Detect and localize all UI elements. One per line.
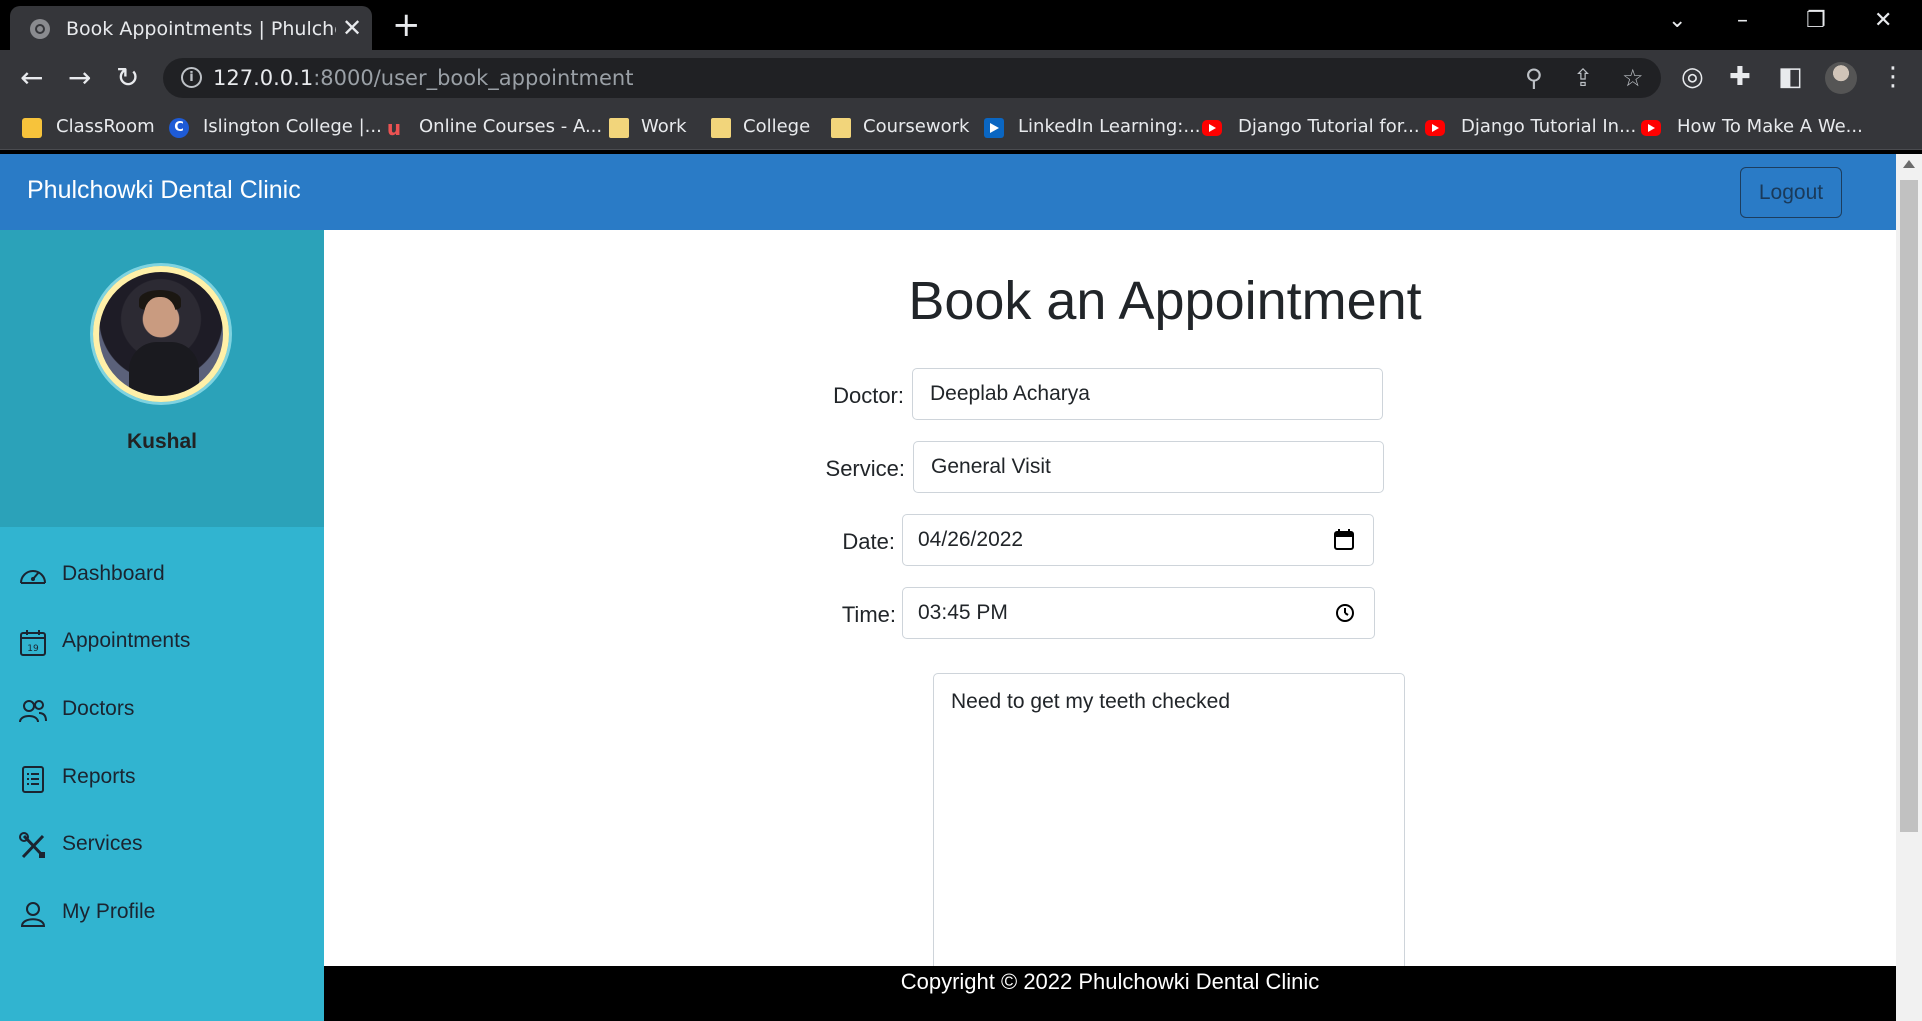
time-input[interactable]: 03:45 PM (902, 587, 1375, 639)
forward-icon[interactable]: → (68, 62, 91, 94)
sidebar-item-reports[interactable]: Reports (0, 753, 324, 803)
doctor-label: Doctor: (833, 383, 904, 408)
side-panel-icon[interactable]: ◧ (1778, 63, 1803, 91)
sidebar-item-label: Appointments (62, 629, 191, 652)
sidebar-item-appointments[interactable]: 19 Appointments (0, 617, 324, 667)
islington-icon: C (169, 118, 189, 138)
folder-icon (711, 118, 731, 138)
extensions-puzzle-icon[interactable]: ✚ (1729, 63, 1751, 91)
linkedin-learning-icon (984, 118, 1004, 138)
browser-toolbar: ← → ↻ i 127.0.0.1:8000/user_book_appoint… (0, 50, 1922, 106)
share-icon[interactable]: ⇪ (1573, 65, 1593, 91)
sidebar-item-label: Reports (62, 765, 136, 788)
folder-icon (831, 118, 851, 138)
youtube-icon (1641, 120, 1661, 136)
site-navbar: Phulchowki Dental Clinic Logout (0, 154, 1896, 230)
zoom-icon[interactable]: ⚲ (1525, 65, 1543, 91)
profile-section: Kushal (0, 230, 324, 527)
page-footer: Copyright © 2022 Phulchowki Dental Clini… (324, 966, 1896, 1021)
date-input[interactable]: 04/26/2022 (902, 514, 1374, 566)
udemy-icon: u (386, 116, 402, 140)
footer-copyright: Copyright © 2022 Phulchowki Dental Clini… (900, 969, 1320, 994)
url-text[interactable]: 127.0.0.1:8000/user_book_appointment (213, 66, 633, 90)
bookmark-how-to-make[interactable]: How To Make A We... (1677, 116, 1863, 138)
back-icon[interactable]: ← (20, 62, 43, 94)
scrollbar-thumb[interactable] (1900, 180, 1918, 832)
bookmark-work[interactable]: Work (641, 116, 687, 138)
logout-button[interactable]: Logout (1740, 167, 1842, 218)
globe-icon (30, 19, 50, 39)
tools-icon (19, 832, 45, 859)
service-field[interactable]: General Visit (913, 441, 1384, 493)
sidebar-item-label: Services (62, 832, 143, 855)
sidebar-item-label: Doctors (62, 697, 135, 720)
clock-icon[interactable] (1334, 602, 1356, 624)
speedometer-icon (20, 570, 46, 584)
sidebar-item-label: Dashboard (62, 562, 165, 585)
svg-text:19: 19 (27, 644, 39, 654)
page-scrollbar[interactable] (1896, 154, 1922, 1021)
window-close-icon[interactable]: ✕ (1874, 6, 1892, 36)
doctor-field[interactable]: Deeplab Acharya (912, 368, 1383, 420)
people-icon (19, 700, 47, 723)
sidebar-item-services[interactable]: Services (0, 820, 324, 870)
scroll-up-icon[interactable] (1903, 160, 1915, 168)
message-textarea[interactable]: Need to get my teeth checked (933, 673, 1405, 993)
bookmark-coursework[interactable]: Coursework (863, 116, 969, 138)
sidebar-item-dashboard[interactable]: Dashboard (0, 550, 324, 600)
username: Kushal (126, 430, 197, 453)
avatar (93, 266, 229, 402)
new-tab-icon[interactable]: + (392, 7, 421, 43)
sidebar-item-label: My Profile (62, 900, 156, 923)
report-icon (22, 766, 44, 793)
sidebar-item-my-profile[interactable]: My Profile (0, 888, 324, 938)
bookmark-classroom[interactable]: ClassRoom (56, 116, 155, 138)
main-content: Book an Appointment Doctor: Deeplab Acha… (324, 230, 1896, 1021)
bookmark-django-tutorial-2[interactable]: Django Tutorial In... (1461, 116, 1636, 138)
bookmark-linkedin-learning[interactable]: LinkedIn Learning:... (1018, 116, 1201, 138)
sidebar-item-doctors[interactable]: Doctors (0, 685, 324, 735)
browser-tab-bar: Book Appointments | Phulchowki Dental Cl… (0, 0, 1922, 50)
calendar-picker-icon[interactable] (1333, 529, 1355, 551)
site-info-icon[interactable]: i (181, 67, 202, 88)
address-bar[interactable]: i 127.0.0.1:8000/user_book_appointment ⚲… (163, 58, 1661, 98)
classroom-icon (22, 118, 42, 138)
service-label: Service: (825, 456, 905, 481)
site-brand[interactable]: Phulchowki Dental Clinic (27, 176, 301, 205)
extension-glasses-icon[interactable]: ◎ (1681, 63, 1704, 91)
bookmark-online-courses[interactable]: Online Courses - A... (419, 116, 602, 138)
sidebar: Kushal Dashboard 19 Appointments Doctors… (0, 230, 324, 1021)
minimize-icon[interactable]: – (1737, 6, 1748, 36)
tab-close-icon[interactable]: ✕ (342, 14, 362, 42)
browser-profile-avatar[interactable] (1825, 62, 1857, 94)
time-label: Time: (841, 602, 896, 627)
page-title: Book an Appointment (908, 271, 1422, 331)
calendar-icon: 19 (20, 630, 46, 656)
reload-icon[interactable]: ↻ (116, 62, 139, 94)
restore-icon[interactable]: ❐ (1806, 6, 1826, 36)
youtube-icon (1425, 120, 1445, 136)
bookmark-islington[interactable]: Islington College |... (203, 116, 382, 138)
person-icon (20, 902, 46, 927)
bookmark-star-icon[interactable]: ☆ (1622, 65, 1644, 91)
bookmark-college[interactable]: College (743, 116, 810, 138)
bookmarks-bar: ClassRoom C Islington College |... u Onl… (0, 106, 1922, 150)
tab-search-chevron-icon[interactable]: ⌄ (1668, 6, 1686, 36)
browser-menu-icon[interactable]: ⋮ (1880, 63, 1906, 91)
tab-title: Book Appointments | Phulchowki Dental Cl… (66, 18, 336, 40)
folder-icon (609, 118, 629, 138)
bookmark-django-tutorial-1[interactable]: Django Tutorial for... (1238, 116, 1420, 138)
web-page: Phulchowki Dental Clinic Logout Kushal D… (0, 154, 1896, 1021)
youtube-icon (1202, 120, 1222, 136)
date-label: Date: (842, 529, 895, 554)
browser-tab[interactable]: Book Appointments | Phulchowki Dental Cl… (10, 6, 372, 50)
